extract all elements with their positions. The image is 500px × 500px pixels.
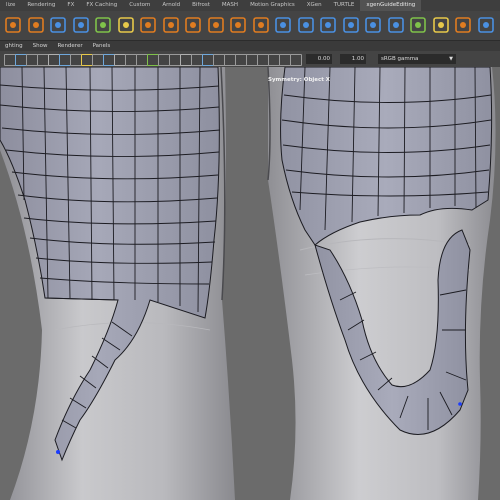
extrude-icon[interactable] [319,16,337,34]
shelf-tab[interactable]: Bifrost [186,0,216,11]
cube-primitive-icon[interactable] [184,16,202,34]
torus-icon[interactable] [274,16,292,34]
svg-tool-icon[interactable] [27,16,45,34]
sphere-icon[interactable] [229,16,247,34]
move-icon[interactable] [139,16,157,34]
shelf-tab[interactable]: Arnold [156,0,186,11]
symmetry-hud-label: Symmetry: Object X [268,77,331,83]
camera-icon[interactable] [477,16,495,34]
shelf-tab[interactable]: XGen [301,0,328,11]
shelf-tab[interactable]: Motion Graphics [244,0,301,11]
gamma-field[interactable]: 1.00 [340,54,366,64]
bridge-icon[interactable] [364,16,382,34]
panel-toolbar: 0.00 1.00 sRGB gamma ▼ [0,51,500,68]
panel-menubar: ghting Show Renderer Panels [0,41,500,51]
bevel-icon[interactable] [342,16,360,34]
shelf-icon-bar [0,11,500,41]
shelf-tab[interactable]: Rendering [21,0,61,11]
shelf-tab[interactable]: xgenGuideEditing [360,0,422,11]
panel-menu-item[interactable]: Renderer [52,41,87,51]
shelf-tab[interactable]: TURTLE [328,0,361,11]
render-icon[interactable] [454,16,472,34]
gamma-icon[interactable] [290,54,302,66]
shelf-tab[interactable]: lize [0,0,21,11]
shelf-tab[interactable]: FX Caching [80,0,123,11]
viewport[interactable]: Symmetry: Object X [0,67,500,500]
ik-handle-icon[interactable] [49,16,67,34]
graph-icon[interactable] [117,16,135,34]
combine-icon[interactable] [297,16,315,34]
shelf-tab[interactable]: FX [61,0,80,11]
bind-skin-icon[interactable] [94,16,112,34]
cylinder-icon[interactable] [207,16,225,34]
panel-menu-item[interactable]: Panels [88,41,116,51]
shelf-tab-bar: lize Rendering FX FX Caching Custom Arnold Bif… [0,0,500,11]
viewport-canvas[interactable] [0,67,500,500]
shelf-tab[interactable]: MASH [216,0,244,11]
text-tool-icon[interactable] [4,16,22,34]
exposure-field[interactable]: 0.00 [306,54,332,64]
multicut-icon[interactable] [387,16,405,34]
chevron-down-icon: ▼ [449,56,453,62]
joint-icon[interactable] [72,16,90,34]
panel-menu-item[interactable]: ghting [0,41,28,51]
script-icon[interactable] [432,16,450,34]
panel-menu-item[interactable]: Show [28,41,53,51]
plane-icon[interactable] [252,16,270,34]
color-space-dropdown[interactable]: sRGB gamma ▼ [378,54,456,64]
uv-editor-icon[interactable] [409,16,427,34]
color-space-label: sRGB gamma [381,56,419,62]
shelf-tab[interactable]: Custom [123,0,156,11]
nurbs-icon[interactable] [162,16,180,34]
